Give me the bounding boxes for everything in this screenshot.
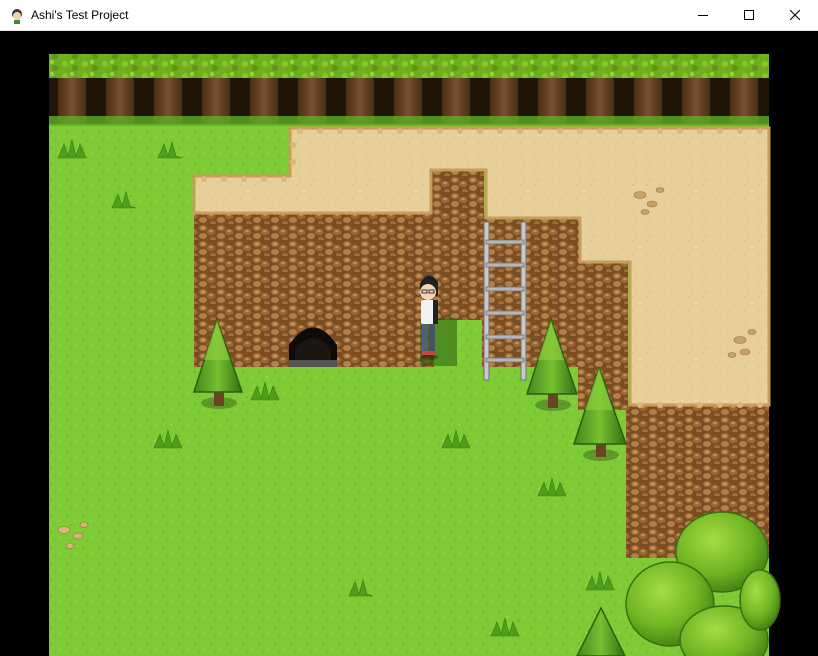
app-icon <box>12 9 22 24</box>
maximize-icon <box>744 10 754 20</box>
close-icon <box>790 10 800 20</box>
minimize-button[interactable] <box>680 0 726 30</box>
window-titlebar: Ashi's Test Project <box>0 0 818 31</box>
game-viewport[interactable] <box>0 31 818 656</box>
close-button[interactable] <box>772 0 818 30</box>
game-map[interactable] <box>0 31 818 656</box>
window-title: Ashi's Test Project <box>31 8 129 22</box>
forest-edge <box>49 54 769 126</box>
minimize-icon <box>698 15 708 16</box>
maximize-button[interactable] <box>726 0 772 30</box>
cliff-face-pillar <box>431 170 484 320</box>
